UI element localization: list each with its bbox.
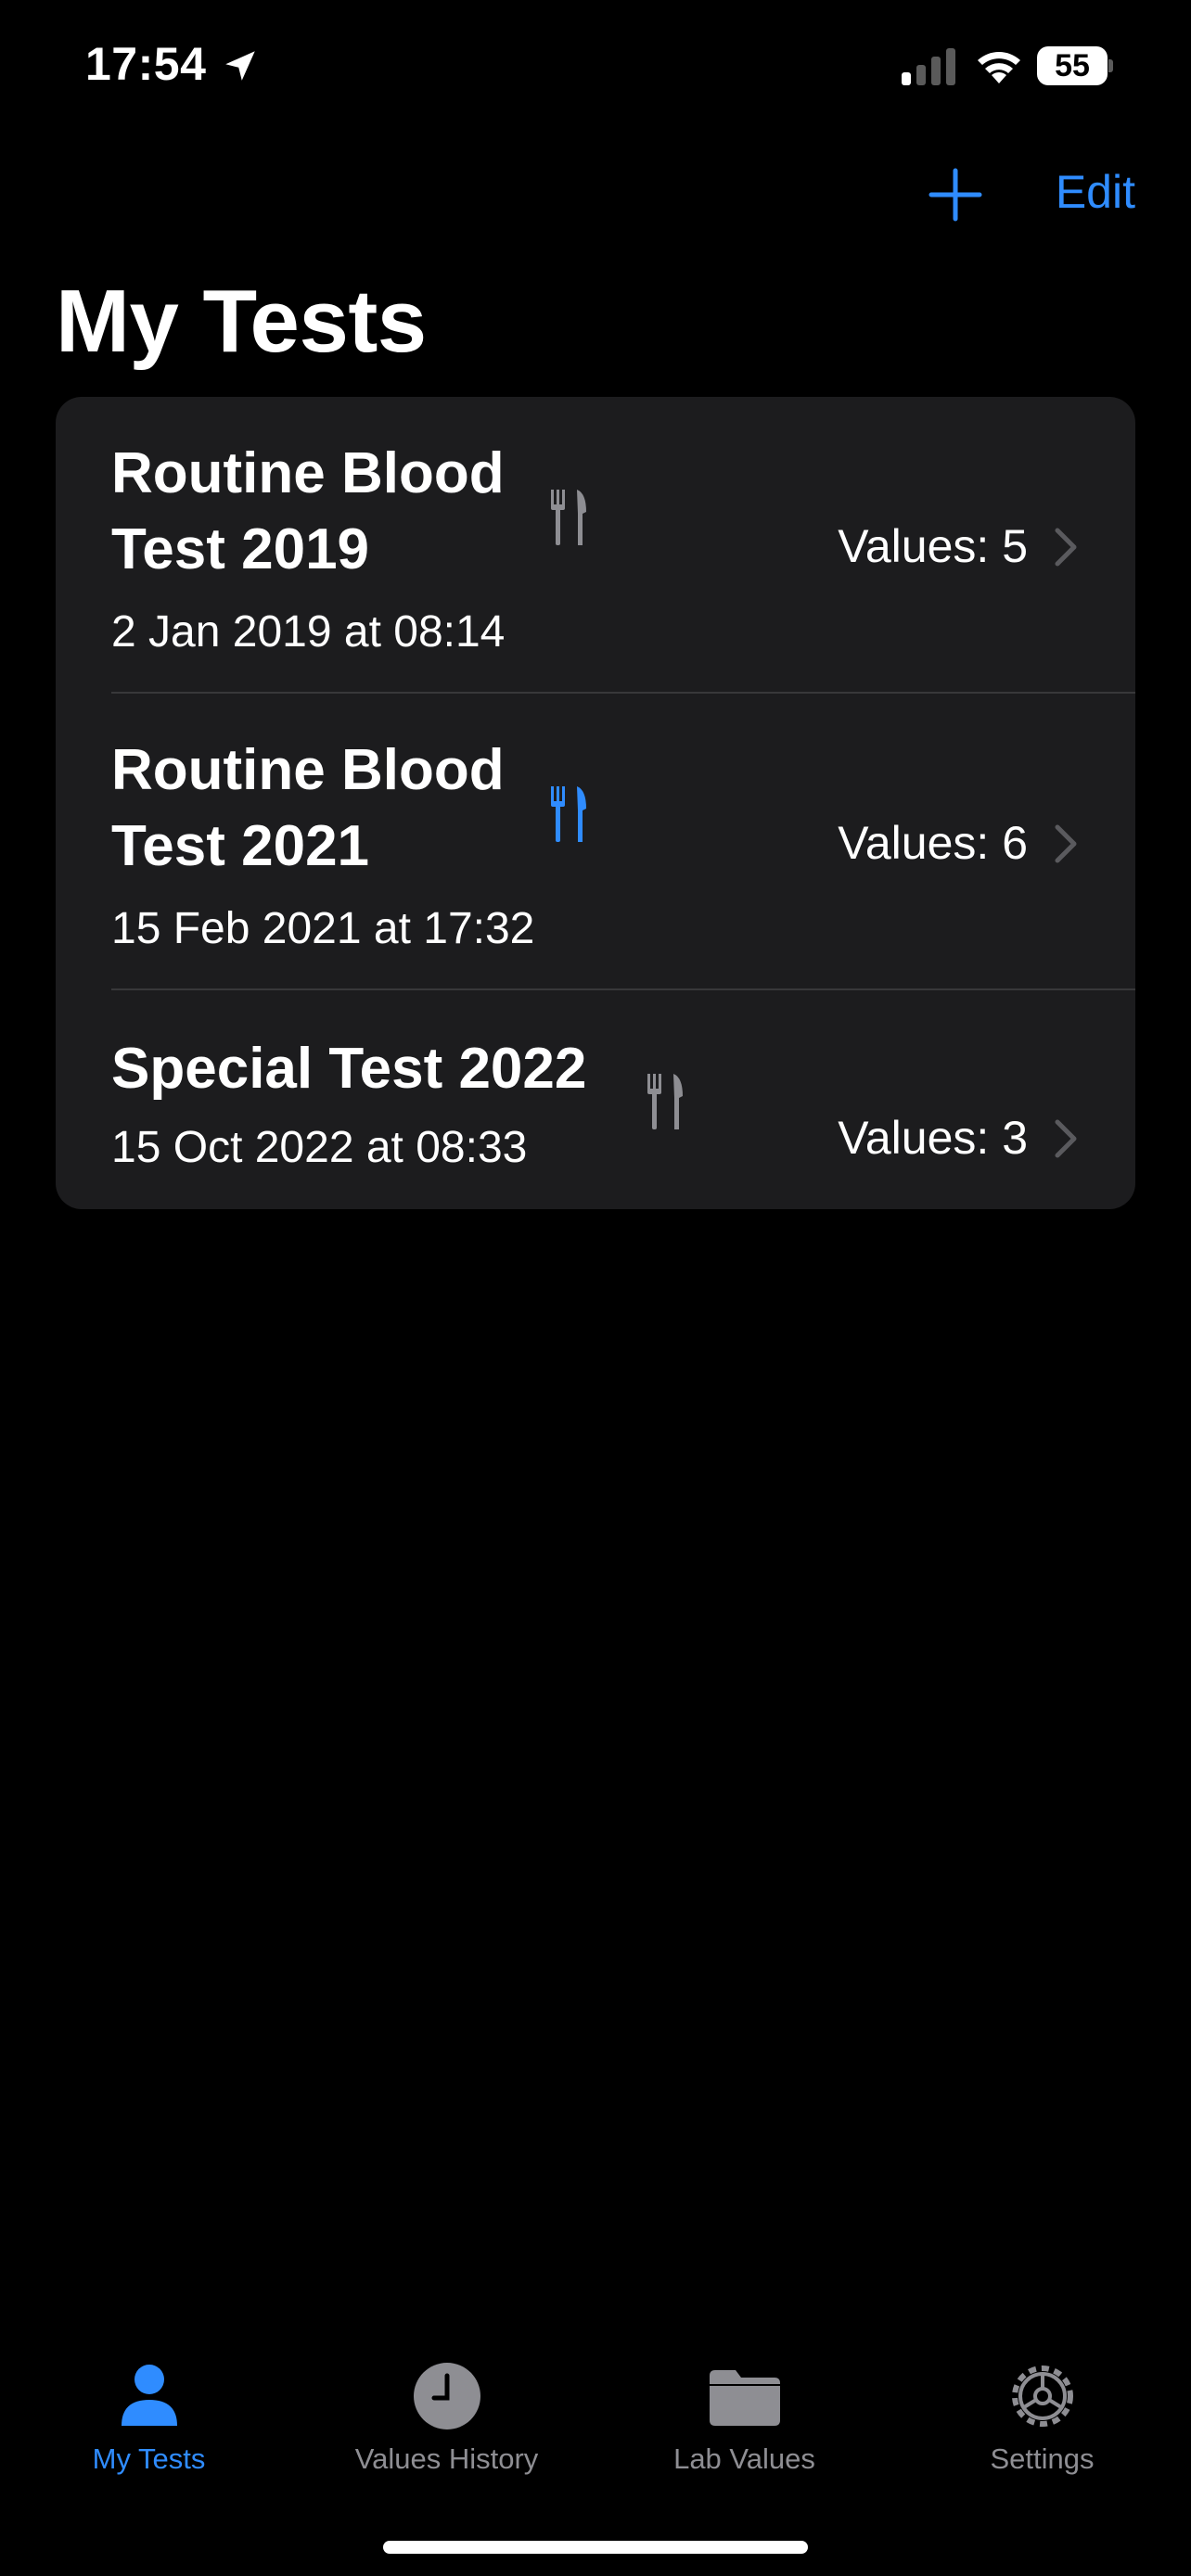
test-row[interactable]: Special Test 2022 Values: 3 15 Oct 2022 … bbox=[56, 990, 1135, 1209]
test-date: 2 Jan 2019 at 08:14 bbox=[111, 607, 506, 657]
tab-label: Values History bbox=[354, 2442, 539, 2475]
values-count: Values: 3 bbox=[838, 1112, 1028, 1164]
chevron-right-icon bbox=[1055, 824, 1077, 863]
add-button[interactable] bbox=[928, 167, 983, 223]
tab-settings[interactable]: Settings bbox=[893, 2337, 1191, 2485]
values-count: Values: 5 bbox=[838, 520, 1028, 572]
tab-label: My Tests bbox=[92, 2442, 206, 2475]
page-title: My Tests bbox=[56, 272, 427, 371]
chevron-right-icon bbox=[1055, 528, 1077, 567]
status-time: 17:54 bbox=[85, 38, 207, 90]
battery-indicator: 55 bbox=[1037, 46, 1113, 85]
fork-knife-icon bbox=[551, 786, 586, 842]
test-row[interactable]: Routine Blood Test 2021 Values: 6 15 Feb… bbox=[56, 694, 1135, 990]
home-indicator bbox=[383, 2541, 808, 2554]
test-title: Special Test 2022 bbox=[111, 1037, 587, 1101]
test-row[interactable]: Routine Blood Test 2019 Values: 5 2 Jan … bbox=[56, 397, 1135, 694]
folder-icon bbox=[709, 2370, 780, 2426]
tab-lab-values[interactable]: Lab Values bbox=[596, 2337, 893, 2485]
test-date: 15 Feb 2021 at 17:32 bbox=[111, 904, 535, 953]
wifi-icon bbox=[978, 52, 1020, 83]
edit-button[interactable]: Edit bbox=[1056, 165, 1135, 219]
test-title: Routine Blood Test 2019 bbox=[111, 441, 505, 581]
tests-list: Routine Blood Test 2019 Values: 5 2 Jan … bbox=[56, 397, 1135, 1209]
battery-tip bbox=[1108, 59, 1113, 72]
fork-knife-icon bbox=[647, 1074, 683, 1129]
test-title: Routine Blood Test 2021 bbox=[111, 738, 505, 878]
signal-icon bbox=[902, 48, 955, 85]
fork-knife-icon bbox=[551, 490, 586, 545]
person-icon bbox=[121, 2365, 177, 2426]
test-date: 15 Oct 2022 at 08:33 bbox=[111, 1123, 528, 1172]
tab-my-tests[interactable]: My Tests bbox=[0, 2337, 298, 2485]
gear-icon bbox=[1011, 2366, 1073, 2427]
tab-label: Lab Values bbox=[673, 2442, 815, 2475]
tab-label: Settings bbox=[990, 2442, 1095, 2475]
clock-icon bbox=[413, 2363, 480, 2429]
tab-values-history[interactable]: Values History bbox=[298, 2337, 596, 2485]
battery-level: 55 bbox=[1037, 46, 1108, 85]
status-bar: 17:54 55 bbox=[0, 0, 1191, 139]
chevron-right-icon bbox=[1055, 1119, 1077, 1158]
location-arrow-icon bbox=[225, 51, 255, 81]
values-count: Values: 6 bbox=[838, 817, 1028, 869]
